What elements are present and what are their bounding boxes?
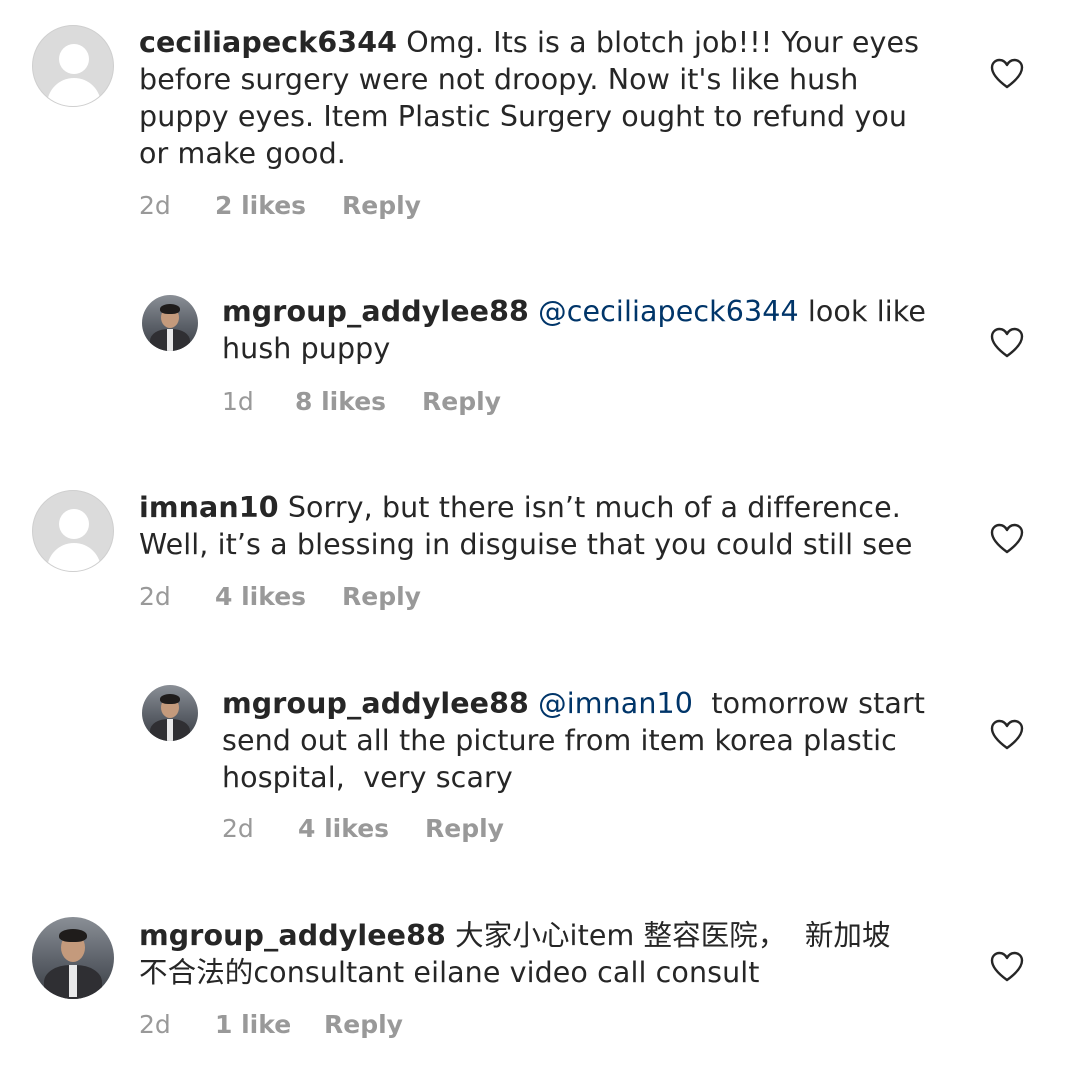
reply-button[interactable]: Reply (422, 387, 501, 417)
profile-photo[interactable] (142, 295, 198, 351)
reply-button[interactable]: Reply (425, 814, 504, 844)
username[interactable]: mgroup_addylee88 (222, 295, 529, 328)
default-avatar-icon[interactable] (32, 490, 114, 572)
comment-body-line: 大家小心item 整容医院， 新加坡 (455, 919, 891, 952)
timestamp: 2d (222, 814, 254, 843)
comment-text: mgroup_addylee88 @imnan10 tomorrow start… (222, 685, 962, 796)
timestamp: 1d (222, 387, 254, 416)
heart-outline-icon[interactable] (990, 58, 1024, 90)
default-avatar-icon[interactable] (32, 25, 114, 107)
heart-outline-icon[interactable] (990, 523, 1024, 555)
comment-body-line: Well, it’s a blessing in disguise that y… (139, 528, 913, 561)
mention-link[interactable]: @ceciliapeck6344 (538, 295, 799, 328)
likes-count[interactable]: 1 like (215, 1010, 291, 1040)
likes-count[interactable]: 8 likes (295, 387, 386, 417)
username[interactable]: ceciliapeck6344 (139, 26, 397, 59)
comment-body-line: Omg. Its is a blotch job!!! Your eyes (406, 26, 920, 59)
comment-body-line: hush puppy (222, 332, 391, 365)
username[interactable]: imnan10 (139, 491, 279, 524)
heart-outline-icon[interactable] (990, 719, 1024, 751)
comment-body-line: send out all the picture from item korea… (222, 724, 897, 757)
comment-body-line: 不合法的consultant eilane video call consult (139, 956, 760, 989)
comment-body-line: puppy eyes. Item Plastic Surgery ought t… (139, 100, 908, 133)
profile-photo[interactable] (142, 685, 198, 741)
timestamp: 2d (139, 191, 171, 220)
comment-body-line: or make good. (139, 137, 346, 170)
likes-count[interactable]: 4 likes (298, 814, 389, 844)
profile-photo[interactable] (32, 917, 114, 999)
heart-outline-icon[interactable] (990, 951, 1024, 983)
heart-outline-icon[interactable] (990, 327, 1024, 359)
timestamp: 2d (139, 582, 171, 611)
reply-button[interactable]: Reply (342, 582, 421, 612)
username[interactable]: mgroup_addylee88 (139, 919, 446, 952)
likes-count[interactable]: 4 likes (215, 582, 306, 612)
username[interactable]: mgroup_addylee88 (222, 687, 529, 720)
reply-button[interactable]: Reply (324, 1010, 403, 1040)
comment-text: ceciliapeck6344 Omg. Its is a blotch job… (139, 24, 959, 172)
timestamp: 2d (139, 1010, 171, 1039)
comment-text: imnan10 Sorry, but there isn’t much of a… (139, 489, 959, 563)
comment-body-line: hospital, very scary (222, 761, 513, 794)
comment-body-line: look like (807, 295, 926, 328)
reply-button[interactable]: Reply (342, 191, 421, 221)
comment-text: mgroup_addylee88 大家小心item 整容医院， 新加坡 不合法的… (139, 917, 959, 991)
comment-text: mgroup_addylee88 @ceciliapeck6344 look l… (222, 293, 962, 367)
comment-body-line: tomorrow start (702, 687, 926, 720)
comment-body-line: Sorry, but there isn’t much of a differe… (287, 491, 901, 524)
comment-body-line: before surgery were not droopy. Now it's… (139, 63, 859, 96)
likes-count[interactable]: 2 likes (215, 191, 306, 221)
mention-link[interactable]: @imnan10 (538, 687, 693, 720)
